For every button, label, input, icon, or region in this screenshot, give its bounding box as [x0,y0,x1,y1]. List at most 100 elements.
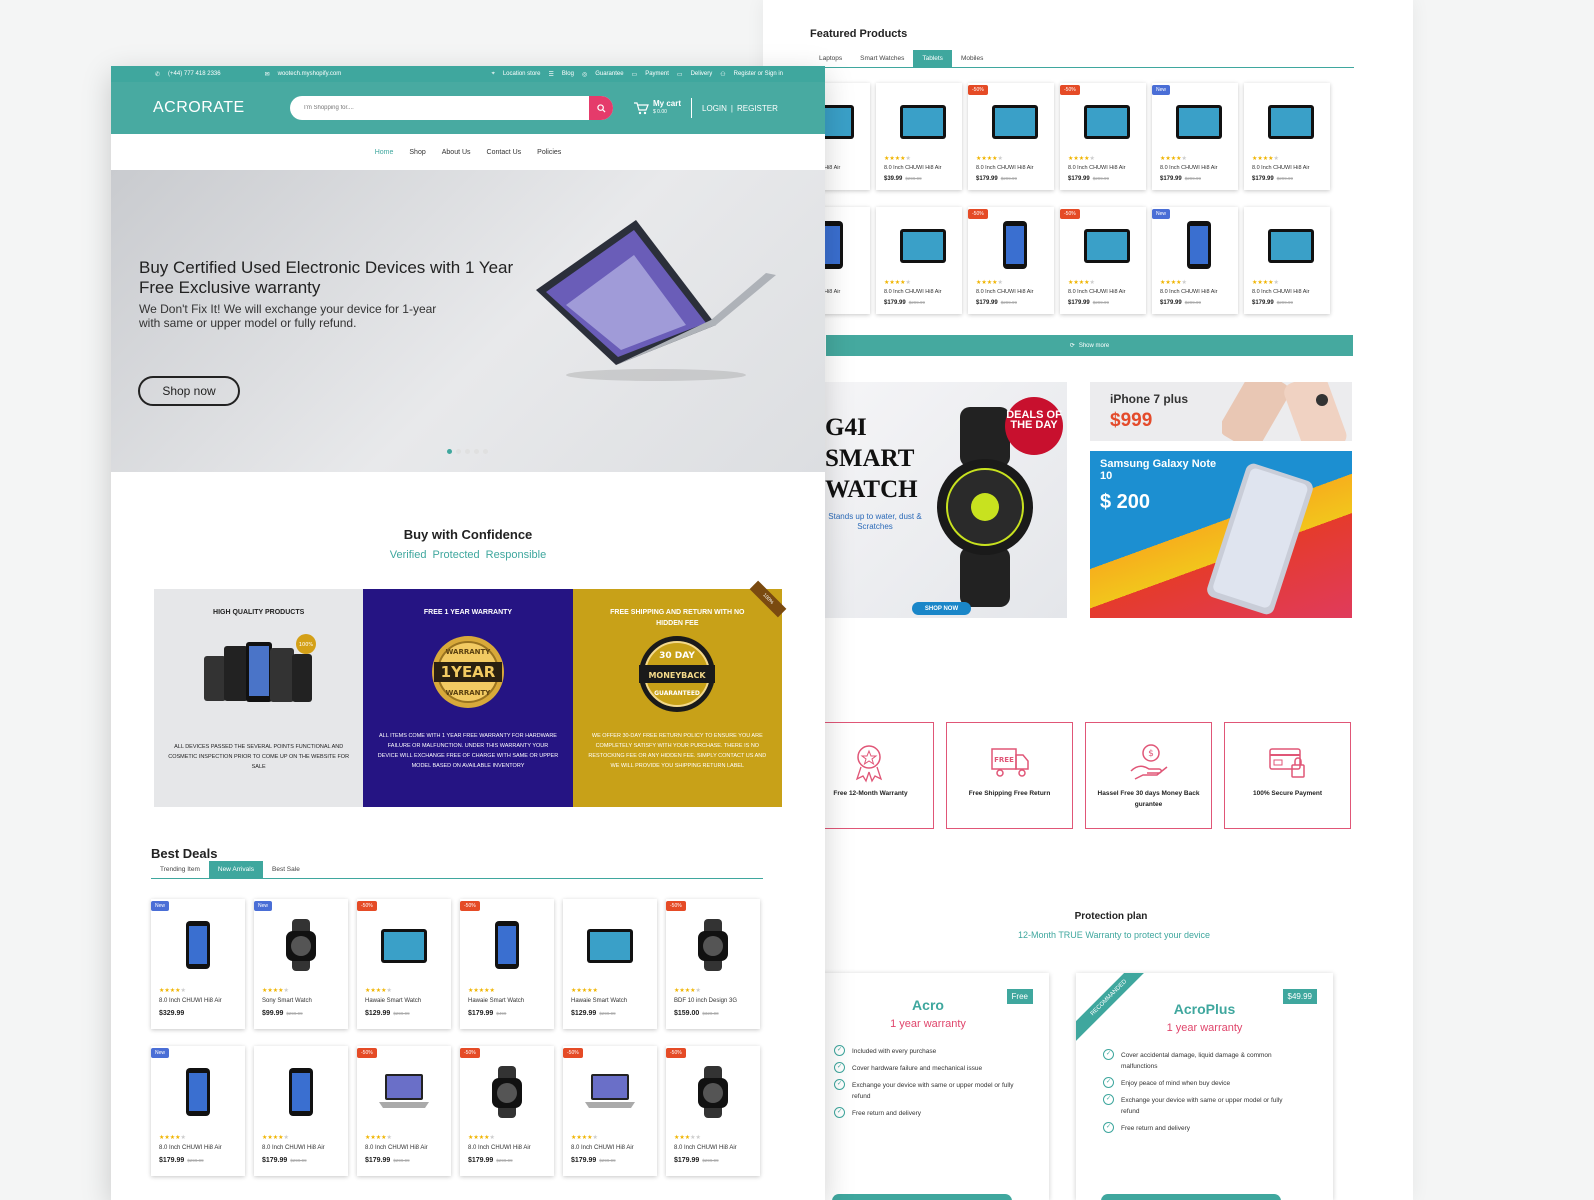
product-price: $179.99 $299.99 [159,1157,204,1164]
product-card[interactable]: ★★★★★ 8.0 Inch CHUWI Hi8 Air $179.99 $299.9… [254,1046,348,1176]
product-card[interactable]: -50% ★★★★★ 8.0 Inch CHUWI Hi8 Air $179.99 $2… [563,1046,657,1176]
plan-features: Cover accidental damage, liquid damage &… [1076,1049,1333,1134]
shipping-text: WE OFFER 30-DAY FREE RETURN POLICY TO EN… [588,733,767,769]
rating-stars: ★★★★★ [976,156,1003,162]
plan-price-tag: $49.99 [1282,989,1317,1004]
rating-stars: ★★★★★ [884,280,911,286]
rating-stars: ★★★★★ [1160,280,1187,286]
samsung-phone-image [1207,463,1313,615]
promo-samsung[interactable]: Samsung Galaxy Note 10 $ 200 [1090,451,1352,618]
product-card[interactable]: ★★★★★ Hawaie Smart Watch $129.99 $299.99 [563,899,657,1029]
laptop-image [375,1064,433,1122]
product-card[interactable]: ★★★★★ 8.0 Inch CHUWI Hi8 Air $39.99 $299.99 [876,83,962,190]
product-card[interactable]: New ★★★★★ 8.0 Inch CHUWI Hi8 Air $329.99 [151,899,245,1029]
cart-button[interactable]: My cart $ 0.00 [633,100,681,116]
promo-smartwatch[interactable]: G4I SMART WATCH Stands up to water, dust… [825,382,1067,618]
register-link[interactable]: REGISTER [737,104,778,113]
product-old-price: $299.99 [1000,300,1017,305]
tablet-image [375,917,433,975]
topbar-link-guarantee[interactable]: Guarantee [595,71,623,77]
top-bar: ✆ (+44) 777 418 2336 ✉ wootech.myshopify… [111,66,825,82]
nav-contact[interactable]: Contact Us [487,149,522,156]
product-card[interactable]: -50% ★★★★★ 8.0 Inch CHUWI Hi8 Air $179.99 $2… [968,83,1054,190]
product-old-price: $299.99 [290,1158,307,1163]
plan-warranty: 1 year warranty [890,1018,966,1030]
product-card[interactable]: -50% ★★★★★ 8.0 Inch CHUWI Hi8 Air $179.99 $2… [357,1046,451,1176]
nav-policies[interactable]: Policies [537,149,561,156]
topbar-link-account[interactable]: Register or Sign in [734,71,783,77]
promo-iphone[interactable]: iPhone 7 plus $999 [1090,382,1352,441]
svg-text:1YEAR: 1YEAR [441,663,496,681]
rating-stars: ★★★★★ [976,280,1003,286]
rating-stars: ★★★★★ [1252,280,1279,286]
nav-about[interactable]: About Us [442,149,471,156]
cart-label: My cart [653,99,682,108]
plan-select-button[interactable] [832,1194,1012,1200]
rating-stars: ★★★★★ [1068,156,1095,162]
product-card[interactable]: -50% ★★★★★ 8.0 Inch CHUWI Hi8 Air $179.99 $2… [460,1046,554,1176]
quality-title: HIGH QUALITY PRODUCTS [213,609,305,616]
tab-mobiles[interactable]: Mobiles [952,50,992,67]
login-link[interactable]: LOGIN [702,104,727,113]
header-divider [691,98,693,118]
tab-tablets[interactable]: Tablets [913,50,952,67]
nav-home[interactable]: Home [375,149,394,156]
product-card[interactable]: -50% ★★★★★ 8.0 Inch CHUWI Hi8 Air $179.99 $2… [968,207,1054,314]
secure-payment-card-icon [1225,743,1350,783]
search-input[interactable] [290,105,580,111]
rating-stars: ★★★★★ [159,1135,186,1141]
topbar-link-delivery[interactable]: Delivery [691,71,713,77]
product-card[interactable]: ★★★★★ 8.0 Inch CHUWI Hi8 Air $179.99 $299.9… [1244,83,1330,190]
plan-select-button[interactable] [1101,1194,1281,1200]
nav-shop[interactable]: Shop [409,149,425,156]
carousel-dots[interactable] [447,449,488,454]
feature-box: Free 12-Month Warranty [807,722,934,829]
tab-laptops[interactable]: Laptops [810,50,851,67]
product-badge: New [151,1048,170,1058]
topbar-email[interactable]: wootech.myshopify.com [278,71,342,77]
topbar-phone[interactable]: (+44) 777 418 2336 [168,71,221,77]
topbar-link-blog[interactable]: Blog [562,71,574,77]
logo[interactable]: ACRORATE [153,99,290,117]
product-card[interactable]: -50% ★★★★★ 8.0 Inch CHUWI Hi8 Air $179.99 $2… [1060,83,1146,190]
product-name: 8.0 Inch CHUWI Hi8 Air [1252,289,1310,295]
product-price: $39.99 $299.99 [884,176,922,182]
product-card[interactable]: New ★★★★★ 8.0 Inch CHUWI Hi8 Air $179.99 $29… [1152,83,1238,190]
product-old-price: $299.99 [1276,176,1293,181]
topbar-link-payment[interactable]: Payment [645,71,669,77]
product-card[interactable]: New ★★★★★ Sony Smart Watch $99.99 $299.99 [254,899,348,1029]
cart-icon [634,102,649,115]
product-price: $179.99 $299.99 [1068,176,1109,182]
product-card[interactable]: -50% ★★★★★ 8.0 Inch CHUWI Hi8 Air $179.99 $2… [666,1046,760,1176]
tab-new-arrivals[interactable]: New Arrivals [208,861,263,878]
shop-now-button[interactable]: SHOP NOW [912,602,971,615]
product-card[interactable]: New ★★★★★ 8.0 Inch CHUWI Hi8 Air $179.99 $29… [151,1046,245,1176]
plan-warranty: 1 year warranty [1166,1022,1243,1034]
topbar-link-location[interactable]: Location store [503,71,541,77]
product-card[interactable]: New ★★★★★ 8.0 Inch CHUWI Hi8 Air $179.99 $29… [1152,207,1238,314]
user-icon: ⚇ [720,71,726,78]
money-back-hand-icon: $ [1086,743,1211,783]
product-badge: -50% [968,85,988,95]
payment-icon: ▭ [631,71,638,78]
product-card[interactable]: ★★★★★ 8.0 Inch CHUWI Hi8 Air $179.99 $299.9… [1244,207,1330,314]
product-card[interactable]: -50% ★★★★★ Hawaie Smart Watch $179.99 $499 [460,899,554,1029]
product-card[interactable]: -50% ★★★★★ Hawaie Smart Watch $129.99 $299.9… [357,899,451,1029]
product-card[interactable]: -50% ★★★★★ BDF 10 inch Design 3G $159.00 $32… [666,899,760,1029]
product-card[interactable]: -50% ★★★★★ 8.0 Inch CHUWI Hi8 Air $179.99 $2… [1060,207,1146,314]
promo-samsung-price: $ 200 [1100,491,1151,513]
svg-text:GUARANTEED: GUARANTEED [654,690,700,697]
product-old-price: $299.99 [1184,176,1201,181]
tablet-image [1262,93,1320,151]
shop-now-hero-button[interactable]: Shop now [138,376,240,406]
search-button[interactable] [589,96,613,120]
product-card[interactable]: ★★★★★ 8.0 Inch CHUWI Hi8 Air $179.99 $299.9… [876,207,962,314]
tab-smart-watches[interactable]: Smart Watches [851,50,913,67]
tab-trending-item[interactable]: Trending Item [151,861,209,878]
award-icon [808,743,933,783]
tablet-image [894,217,952,275]
tablet-image [1078,217,1136,275]
show-more-button[interactable]: ⟳ Show more [826,335,1353,356]
tab-best-sale[interactable]: Best Sale [263,861,309,878]
promo-watch-subtitle: Stands up to water, dust & Scratches [828,512,922,531]
